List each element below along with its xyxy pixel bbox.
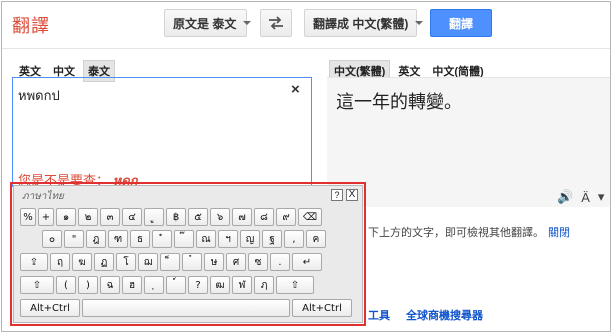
keyboard-key[interactable]: ฤ — [50, 253, 70, 271]
keyboard-key[interactable]: ๘ — [254, 208, 274, 226]
keyboard-key[interactable]: ๋ — [182, 253, 202, 271]
space-key[interactable] — [82, 299, 290, 317]
keyboard-key[interactable]: ฆ — [72, 253, 92, 271]
keyboard-key[interactable]: % — [20, 208, 36, 226]
keyboard-key[interactable]: ๊ — [174, 230, 194, 248]
header-divider — [2, 48, 610, 49]
keyboard-key[interactable]: ๗ — [232, 208, 252, 226]
keyboard-key[interactable]: โ — [116, 253, 136, 271]
output-toolbar: 🔊 Ä ▾ — [557, 189, 604, 205]
keyboard-key[interactable]: ู — [144, 208, 164, 226]
keyboard-key[interactable]: ๕ — [188, 208, 208, 226]
keyboard-key[interactable]: ฏ — [94, 253, 114, 271]
keyboard-key[interactable]: ๓ — [100, 208, 120, 226]
caps-lock-key[interactable]: ⇪ — [20, 253, 48, 271]
output-menu-icon[interactable]: ▾ — [598, 189, 605, 205]
keyboard-key[interactable]: ฑ — [108, 230, 128, 248]
keyboard-key[interactable]: ๐ — [42, 230, 62, 248]
keyboard-key[interactable]: ๖ — [210, 208, 230, 226]
keyboard-key[interactable]: ๒ — [78, 208, 98, 226]
keyboard-key[interactable]: ฬ — [232, 276, 252, 294]
source-language-label: 原文是 泰文 — [173, 16, 237, 31]
alt-ctrl-right-key[interactable]: Alt+Ctrl — [292, 299, 352, 317]
source-language-select[interactable]: 原文是 泰文 — [164, 9, 252, 37]
keyboard-key[interactable]: ? — [188, 276, 208, 294]
source-text: หพดกป — [18, 88, 60, 103]
keyboard-key[interactable]: ฉ — [100, 276, 120, 294]
keyboard-key[interactable]: ํ — [152, 230, 172, 248]
keyboard-key[interactable]: ญ — [240, 230, 260, 248]
alternate-translation-hint: 下上方的文字，即可檢視其他翻譯。 關閉 — [368, 224, 570, 240]
swap-languages-button[interactable] — [260, 9, 292, 37]
target-language-select[interactable]: 翻譯成 中文(繁體) — [304, 9, 424, 37]
keyboard-key[interactable]: ฯ — [218, 230, 238, 248]
hint-close-link[interactable]: 關閉 — [548, 227, 570, 239]
keyboard-key[interactable]: ศ — [226, 253, 246, 271]
keyboard-key[interactable]: ฐ — [262, 230, 282, 248]
backspace-key[interactable]: ⌫ — [298, 208, 322, 226]
swap-arrows-icon — [269, 16, 283, 30]
enter-key[interactable]: ↵ — [292, 253, 322, 271]
keyboard-key[interactable]: ณ — [196, 230, 216, 248]
keyboard-key[interactable]: ฒ — [210, 276, 230, 294]
keyboard-key[interactable]: ฮ — [122, 276, 142, 294]
translation-text: 這一年的轉變。 — [336, 92, 462, 113]
keyboard-key[interactable]: ็ — [160, 253, 180, 271]
keyboard-key[interactable]: " — [64, 230, 84, 248]
keyboard-key[interactable]: ) — [78, 276, 98, 294]
hint-text: 下上方的文字，即可檢視其他翻譯。 — [368, 227, 544, 239]
keyboard-key[interactable]: + — [38, 208, 54, 226]
keyboard-key[interactable]: ฌ — [138, 253, 158, 271]
keyboard-key[interactable]: ฺ — [144, 276, 164, 294]
keyboard-key[interactable]: ๑ — [56, 208, 76, 226]
keyboard-key[interactable]: ษ — [204, 253, 224, 271]
phonetic-icon[interactable]: Ä — [581, 190, 590, 205]
alt-ctrl-left-key[interactable]: Alt+Ctrl — [20, 299, 80, 317]
translate-button[interactable]: 翻譯 — [430, 9, 492, 37]
footer-links: 工具 全球商機搜尋器 — [368, 307, 483, 323]
keyboard-key[interactable]: ๔ — [122, 208, 142, 226]
keyboard-key[interactable]: ฦ — [254, 276, 274, 294]
shift-left-key[interactable]: ⇧ — [20, 276, 54, 294]
virtual-keyboard: ภาษาไทย ? X %+๑๒๓๔ู฿๕๖๗๘๙⌫ ๐"ฎฑธํ๊ณฯญฐ,ฅ ⇪… — [13, 185, 363, 323]
target-language-label: 翻譯成 中文(繁體) — [313, 16, 409, 31]
keyboard-key[interactable]: , — [284, 230, 304, 248]
shift-right-key[interactable]: ⇧ — [276, 276, 314, 294]
keyboard-key[interactable]: ฿ — [166, 208, 186, 226]
keyboard-key[interactable]: ธ — [130, 230, 150, 248]
chevron-down-icon — [415, 21, 424, 25]
keyboard-key[interactable]: ๙ — [276, 208, 296, 226]
clear-icon[interactable]: × — [291, 81, 300, 98]
keyboard-close-button[interactable]: X — [346, 189, 358, 201]
app-logo: 翻譯 — [12, 16, 50, 37]
keyboard-help-button[interactable]: ? — [331, 189, 343, 201]
keyboard-key[interactable]: ฅ — [306, 230, 326, 248]
chevron-down-icon — [243, 21, 252, 25]
keyboard-key[interactable]: ์ — [166, 276, 186, 294]
keyboard-key[interactable]: . — [270, 253, 290, 271]
footer-search-engine-link[interactable]: 全球商機搜尋器 — [406, 307, 483, 323]
keyboard-key[interactable]: ( — [56, 276, 76, 294]
speaker-icon[interactable]: 🔊 — [557, 189, 573, 205]
keyboard-key[interactable]: ฎ — [86, 230, 106, 248]
footer-tools-link[interactable]: 工具 — [368, 307, 390, 323]
keyboard-key[interactable]: ซ — [248, 253, 268, 271]
keyboard-title: ภาษาไทย — [22, 191, 64, 202]
